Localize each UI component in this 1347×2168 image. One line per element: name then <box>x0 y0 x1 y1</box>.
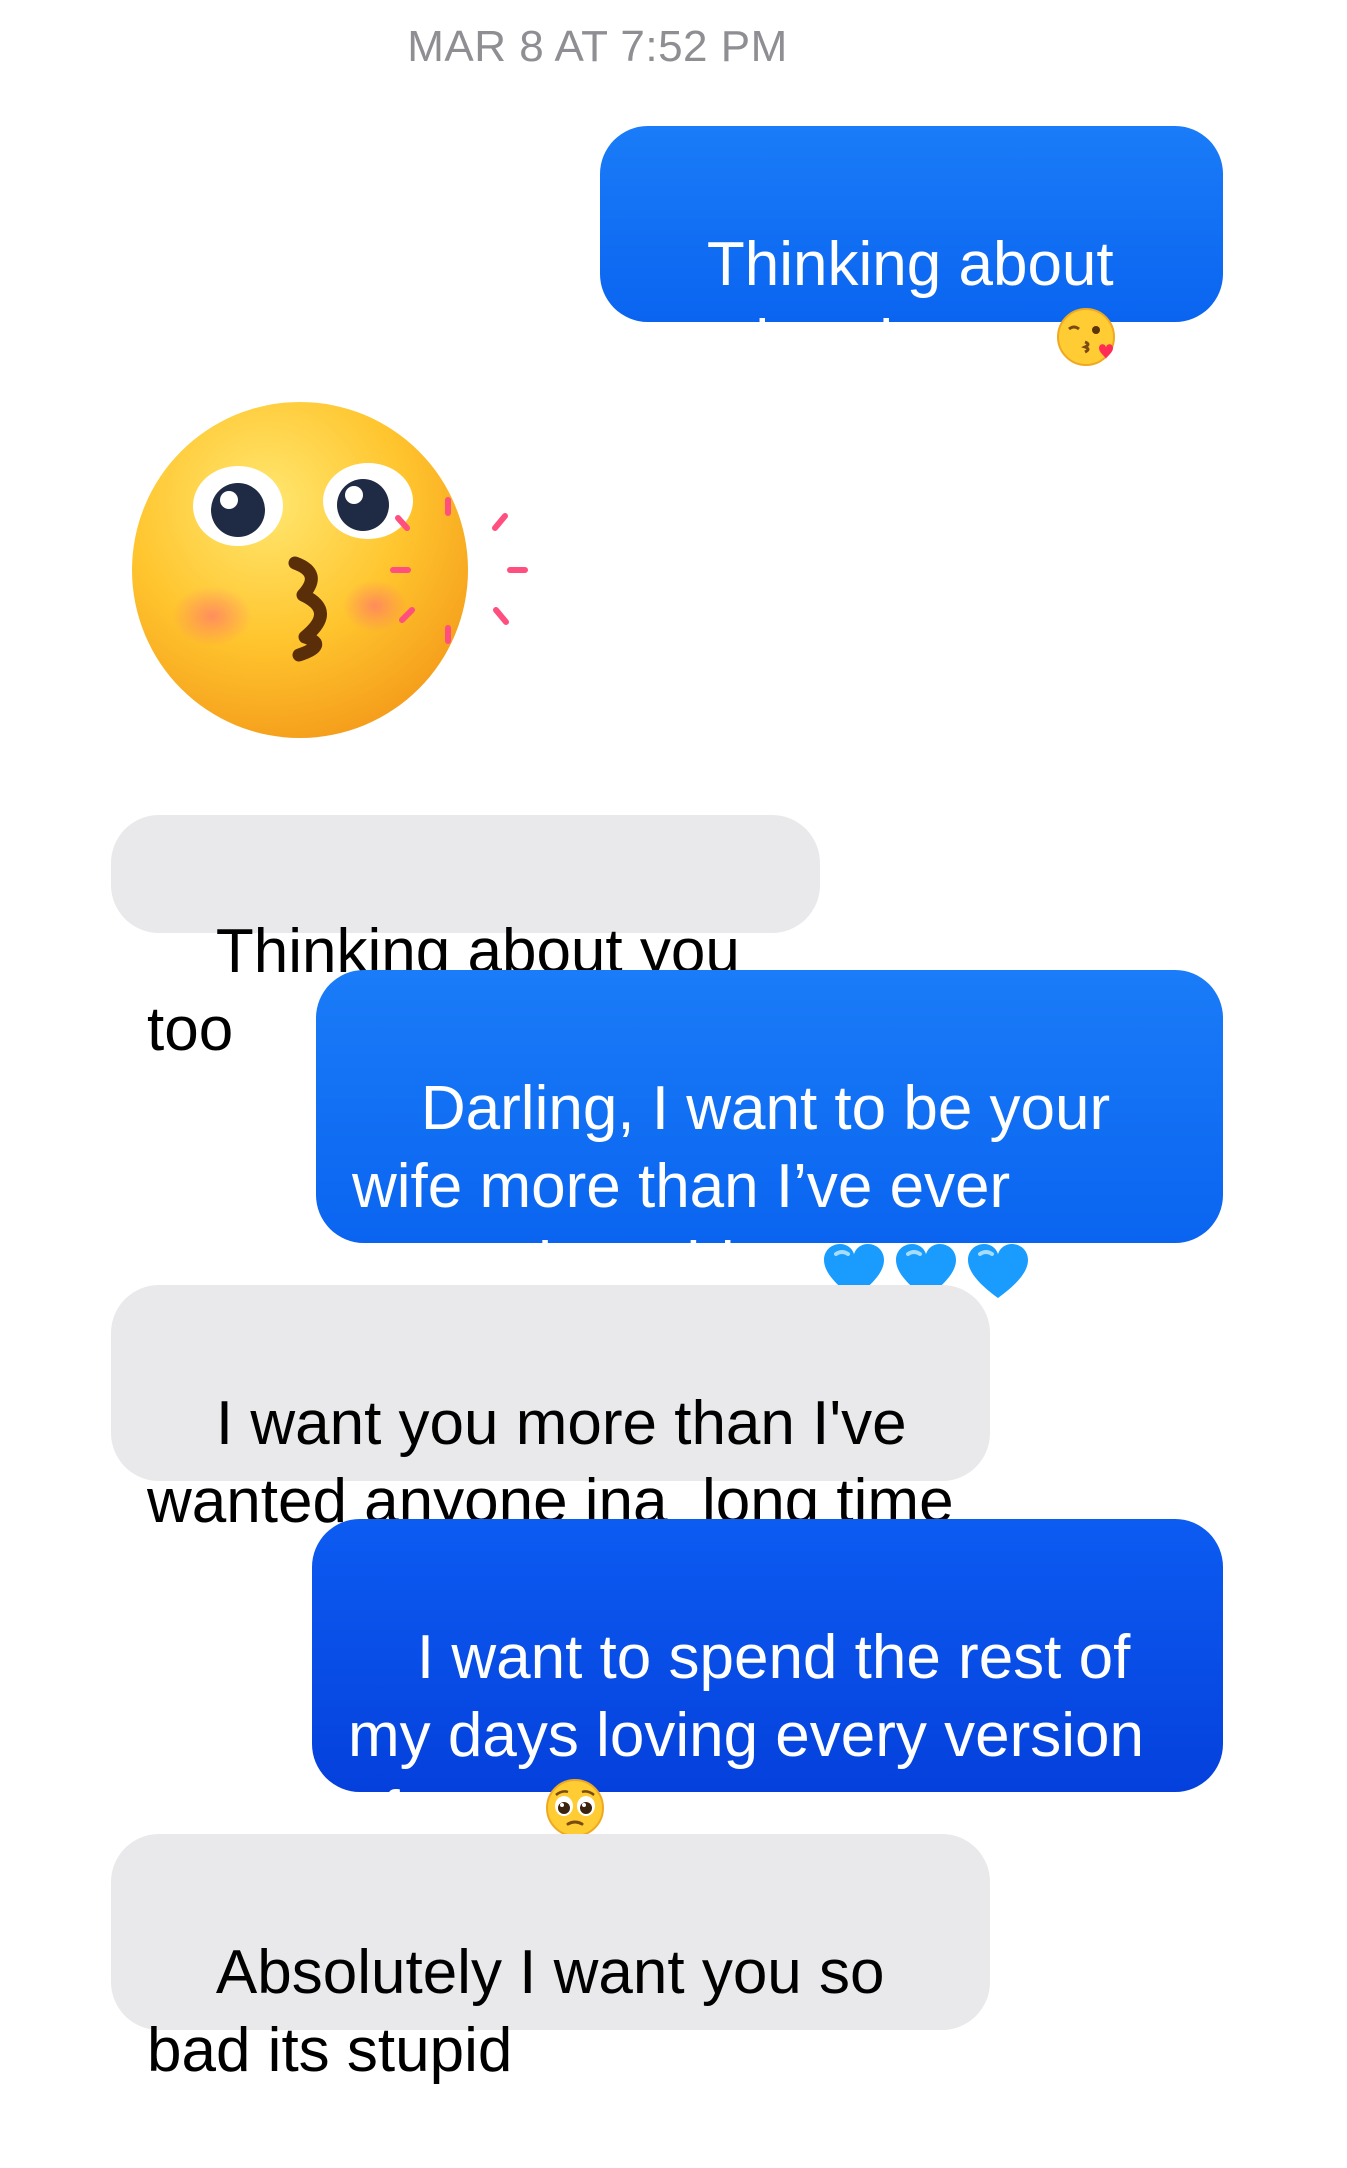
received-message-bubble[interactable]: Thinking about you too <box>111 815 820 1064</box>
kissing-face-big-icon[interactable] <box>130 388 550 758</box>
sent-message-bubble[interactable]: I want to spend the rest of my days lovi… <box>312 1519 1223 1848</box>
message-text: I want you more than I've wanted anyone … <box>147 1389 954 1536</box>
kissing-face-with-heart-icon <box>1055 306 1117 387</box>
sent-message-bubble[interactable]: Thinking about you handsome <box>600 126 1223 377</box>
message-timestamp: MAR 8 AT 7:52 PM <box>407 22 788 71</box>
message-thread: MAR 8 AT 7:52 PM Thinking about you hand… <box>0 0 1347 2085</box>
message-text: Absolutely I want you so bad its stupid <box>147 1938 902 2085</box>
message-text: I want to spend the rest of my days lovi… <box>348 1623 1162 1848</box>
received-message-bubble[interactable]: I want you more than I've wanted anyone … <box>111 1285 990 1536</box>
received-message-bubble[interactable]: Absolutely I want you so bad its stupid <box>111 1834 990 2085</box>
sent-message-bubble[interactable]: Darling, I want to be your wife more tha… <box>316 970 1223 1299</box>
